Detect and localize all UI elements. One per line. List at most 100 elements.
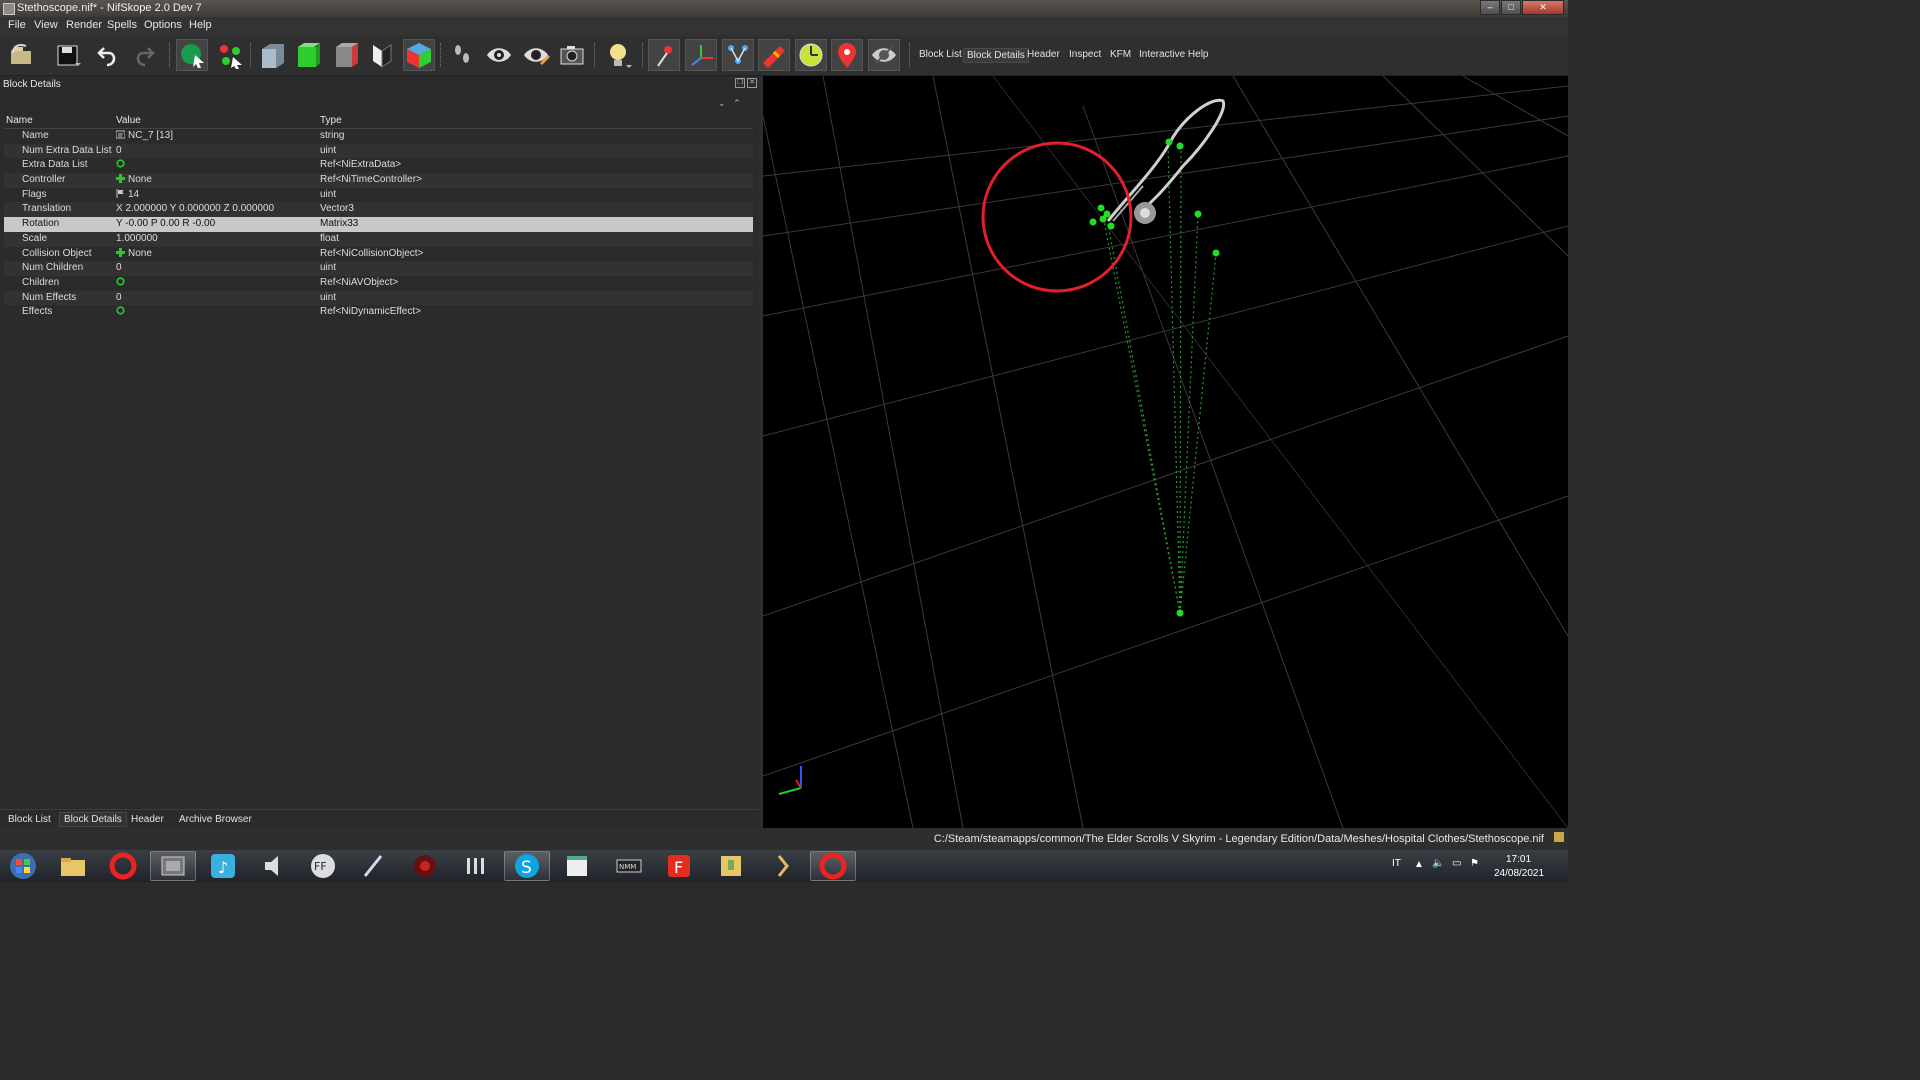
chevron-down-icon[interactable]: ⌄ [718, 98, 726, 108]
skype-icon[interactable]: S [504, 851, 550, 881]
row-value[interactable]: X 2.000000 Y 0.000000 Z 0.000000 [116, 202, 274, 217]
cube-icon[interactable] [403, 39, 435, 71]
undo-icon[interactable] [92, 39, 124, 71]
column-name[interactable]: Name [6, 115, 33, 126]
close-icon[interactable]: ✕ [1522, 0, 1564, 15]
table-row[interactable]: Extra Data List Ref<NiExtraData> [4, 158, 753, 173]
clock-time[interactable]: 17:01 [1506, 854, 1531, 865]
hide-icon[interactable] [868, 39, 900, 71]
nmm-icon[interactable]: NMM [606, 851, 652, 881]
itunes-icon[interactable]: ♪ [200, 851, 246, 881]
view-side-icon[interactable] [330, 39, 362, 71]
table-row[interactable]: Flags 14 uint [4, 188, 753, 203]
notepad-icon[interactable] [554, 851, 600, 881]
opera-icon[interactable] [100, 851, 146, 881]
tray-expand-icon[interactable]: ▲ [1414, 859, 1424, 870]
row-value[interactable]: None [116, 173, 152, 188]
bottom-tab-block-list[interactable]: Block List [4, 813, 55, 826]
row-value[interactable]: 1.000000 [116, 232, 158, 247]
table-row[interactable]: Num Children 0 uint [4, 261, 753, 276]
table-row[interactable]: Name NC_7 [13] string [4, 129, 753, 144]
archive-icon[interactable] [708, 851, 754, 881]
row-value[interactable] [116, 305, 128, 320]
bottom-tab-header[interactable]: Header [127, 813, 168, 826]
menu-options[interactable]: Options [144, 19, 182, 31]
table-row[interactable]: Effects Ref<NiDynamicEffect> [4, 305, 753, 320]
row-value[interactable]: 0 [116, 144, 122, 159]
float-icon[interactable]: ❐ [735, 78, 745, 88]
bottom-tab-block-details[interactable]: Block Details [59, 812, 127, 827]
row-value[interactable]: 0 [116, 261, 122, 276]
table-row[interactable]: Children Ref<NiAVObject> [4, 276, 753, 291]
column-value[interactable]: Value [116, 115, 141, 126]
language-indicator[interactable]: IT [1392, 858, 1401, 869]
table-row[interactable]: Translation X 2.000000 Y 0.000000 Z 0.000… [4, 202, 753, 218]
table-row[interactable]: Num Extra Data List 0 uint [4, 143, 753, 159]
minimize-icon[interactable]: – [1480, 0, 1500, 15]
explorer-icon[interactable] [50, 851, 96, 881]
marker-icon[interactable] [831, 39, 863, 71]
tab-interactive-help[interactable]: Interactive Help [1136, 48, 1211, 61]
brush-icon[interactable] [758, 39, 790, 71]
walk-icon[interactable] [446, 39, 478, 71]
chevron-up-icon[interactable]: ⌃ [733, 98, 741, 108]
flag-tray-icon[interactable]: ⚑ [1470, 858, 1479, 869]
misc-app-icon[interactable] [453, 851, 499, 881]
unknown-app-icon[interactable] [760, 851, 806, 881]
row-value[interactable]: None [116, 247, 152, 262]
opera-task-icon[interactable] [810, 851, 856, 881]
axes-icon[interactable] [685, 39, 717, 71]
row-value[interactable]: 14 [116, 188, 139, 203]
column-type[interactable]: Type [320, 115, 342, 126]
bottom-tab-archive-browser[interactable]: Archive Browser [175, 813, 256, 826]
tab-header[interactable]: Header [1024, 48, 1063, 61]
foxit-icon[interactable]: F [656, 851, 702, 881]
game-icon[interactable] [402, 851, 448, 881]
row-value[interactable]: 0 [116, 291, 122, 306]
tab-block-list[interactable]: Block List [916, 48, 965, 61]
tab-kfm[interactable]: KFM [1107, 48, 1134, 61]
radar-icon[interactable] [795, 39, 827, 71]
select-vertex-icon[interactable] [214, 39, 246, 71]
clock-date[interactable]: 24/08/2021 [1494, 868, 1544, 879]
menu-render[interactable]: Render [66, 19, 102, 31]
eye-alt-icon[interactable] [520, 39, 552, 71]
table-row[interactable]: Collision Object None Ref<NiCollisionObjec… [4, 247, 753, 262]
menu-view[interactable]: View [34, 19, 58, 31]
view-user-icon[interactable] [366, 39, 398, 71]
load-icon[interactable] [6, 39, 38, 71]
audio-app-icon[interactable] [250, 851, 296, 881]
nodes-icon[interactable] [722, 39, 754, 71]
menu-spells[interactable]: Spells [107, 19, 137, 31]
render-viewport[interactable] [763, 76, 1568, 828]
volume-icon[interactable]: 🔈 [1432, 858, 1444, 869]
menu-help[interactable]: Help [189, 19, 212, 31]
close-panel-icon[interactable]: ✕ [747, 78, 757, 88]
start-button[interactable] [0, 851, 46, 881]
network-icon[interactable]: ▭ [1452, 858, 1461, 869]
tab-inspect[interactable]: Inspect [1066, 48, 1104, 61]
row-value[interactable] [116, 276, 128, 291]
table-row[interactable]: Rotation Y -0.00 P 0.00 R -0.00 Matrix33 [4, 217, 753, 232]
resize-grip-icon[interactable] [1554, 832, 1564, 842]
table-row[interactable]: Num Effects 0 uint [4, 290, 753, 306]
row-value[interactable]: Y -0.00 P 0.00 R -0.00 [116, 217, 215, 232]
save-icon[interactable] [52, 39, 84, 71]
ffdec-icon[interactable]: FF [300, 851, 346, 881]
pin-icon[interactable] [648, 39, 680, 71]
screenshot-icon[interactable] [556, 39, 588, 71]
eye-icon[interactable] [483, 39, 515, 71]
tab-block-details[interactable]: Block Details [963, 48, 1029, 63]
light-icon[interactable] [602, 39, 634, 71]
maximize-icon[interactable]: □ [1501, 0, 1521, 15]
row-value[interactable]: NC_7 [13] [116, 129, 173, 144]
nifskope-task-icon[interactable] [150, 851, 196, 881]
view-front-icon[interactable] [256, 39, 288, 71]
menu-file[interactable]: File [8, 19, 26, 31]
quill-icon[interactable] [350, 851, 396, 881]
table-row[interactable]: Scale 1.000000 float [4, 231, 753, 247]
select-object-icon[interactable] [176, 39, 208, 71]
table-row[interactable]: Controller None Ref<NiTimeController> [4, 173, 753, 188]
redo-icon[interactable] [128, 39, 160, 71]
row-value[interactable] [116, 158, 128, 173]
